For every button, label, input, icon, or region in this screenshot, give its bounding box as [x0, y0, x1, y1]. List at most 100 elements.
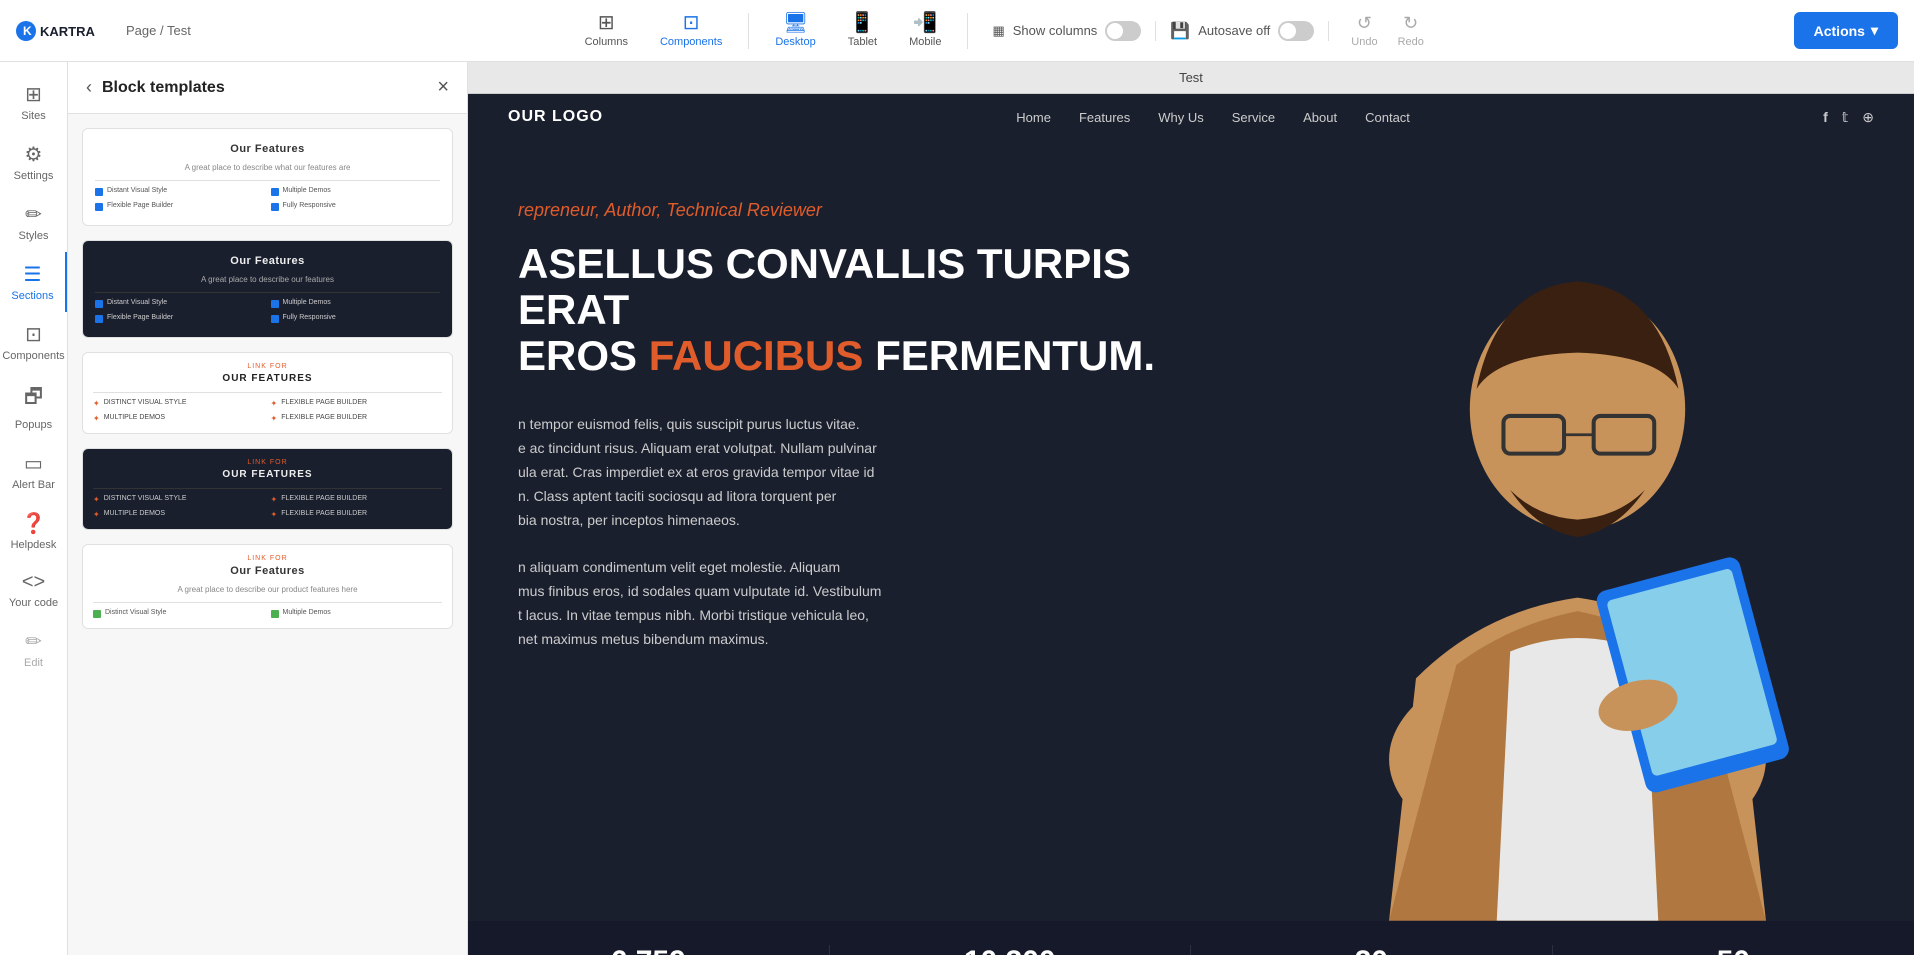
tc-subtitle-dark: A great place to describe our features: [95, 275, 440, 284]
mobile-tool[interactable]: 📲 Mobile: [893, 7, 957, 54]
sidebar-item-sites[interactable]: ⊞ Sites: [0, 72, 67, 132]
check-icon: [271, 188, 279, 196]
show-columns-label: Show columns: [1013, 23, 1098, 38]
actions-chevron-icon: ▾: [1871, 22, 1878, 39]
tc-grid-dark: Distant Visual Style Multiple Demos Flex…: [95, 299, 440, 323]
undo-button[interactable]: ↺ Undo: [1343, 9, 1385, 52]
toolbar-divider-2: [967, 13, 968, 49]
feature-label: Flexible Page Builder: [107, 202, 173, 209]
list-item: ✦ MULTIPLE DEMOS: [93, 414, 265, 423]
list-item: Flexible Page Builder: [95, 202, 265, 211]
tc-divider-light2: [93, 602, 442, 603]
tc-grid-orange: ✦ DISTINCT VISUAL STYLE ✦ FLEXIBLE PAGE …: [93, 399, 442, 423]
nav-link-contact[interactable]: Contact: [1365, 110, 1410, 125]
tablet-tool[interactable]: 📱 Tablet: [832, 7, 893, 54]
nav-link-whyus[interactable]: Why Us: [1158, 110, 1204, 125]
stats-bar: 6,759 HAPPY CLIENTS 10,300 PROJECTS DELI…: [468, 921, 1914, 955]
tc-title-dark: Our Features: [95, 255, 440, 267]
logo[interactable]: K KARTRA: [16, 17, 106, 45]
svg-text:K: K: [23, 24, 32, 38]
list-item: Fully Responsive: [271, 314, 441, 323]
redo-icon: ↻: [1403, 13, 1418, 34]
tablet-icon: 📱: [850, 13, 875, 33]
block-panel: ‹ Block templates × Our Features A great…: [68, 62, 468, 955]
block-panel-content: Our Features A great place to describe w…: [68, 114, 467, 955]
tc-grid: Distant Visual Style Multiple Demos Flex…: [95, 187, 440, 211]
autosave-toggle[interactable]: [1278, 21, 1314, 41]
tc-divider-dark2: [93, 488, 442, 489]
check-icon: ✦: [93, 399, 100, 408]
list-item: Distant Visual Style: [95, 187, 265, 196]
sidebar-item-alertbar[interactable]: ▭ Alert Bar: [0, 441, 67, 501]
list-item: ✦ DISTINCT VISUAL STYLE: [93, 495, 265, 504]
show-columns-icon: ▦: [992, 23, 1004, 39]
template-card-features-orange[interactable]: LINK FOR OUR FEATURES ✦ DISTINCT VISUAL …: [82, 352, 453, 434]
facebook-icon[interactable]: f: [1823, 109, 1828, 126]
sidebar-item-helpdesk[interactable]: ❓ Helpdesk: [0, 501, 67, 561]
sidebar-item-yourcode[interactable]: <> Your code: [0, 561, 67, 619]
nav-link-service[interactable]: Service: [1232, 110, 1275, 125]
list-item: ✦ MULTIPLE DEMOS: [93, 510, 265, 519]
feature-label: Flexible Page Builder: [107, 314, 173, 321]
desktop-tool[interactable]: 🖥 Desktop: [759, 7, 831, 54]
stat-item-clients: 6,759 HAPPY CLIENTS: [468, 945, 830, 955]
tc-subtitle: A great place to describe what our featu…: [95, 163, 440, 172]
stat-number: 50: [1717, 945, 1750, 955]
stat-number: 20: [1355, 945, 1388, 955]
block-panel-close-button[interactable]: ×: [437, 76, 449, 99]
sidebar-item-settings[interactable]: ⚙ Settings: [0, 132, 67, 192]
tc-grid-light2: Distinct Visual Style Multiple Demos: [93, 609, 442, 618]
show-columns-toggle[interactable]: [1105, 21, 1141, 41]
sidebar-item-edit: ✏ Edit: [0, 619, 67, 679]
twitter-icon[interactable]: 𝕥: [1842, 109, 1849, 126]
check-icon: ✦: [93, 495, 100, 504]
page-label: Test: [468, 62, 1914, 94]
check-icon: ✦: [93, 510, 100, 519]
redo-button[interactable]: ↻ Redo: [1390, 9, 1432, 52]
tc-title-dark2: OUR FEATURES: [93, 469, 442, 480]
hero-tagline: repreneur, Author, Technical Reviewer: [518, 200, 1191, 221]
feature-label: MULTIPLE DEMOS: [104, 414, 165, 421]
sites-icon: ⊞: [25, 82, 42, 107]
hero-heading: ASELLUS CONVALLIS TURPIS ERAT EROS FAUCI…: [518, 241, 1191, 380]
columns-tool[interactable]: ⊞ Columns: [569, 7, 644, 54]
sidebar-item-popups[interactable]: 🗗 Popups: [0, 372, 67, 441]
breadcrumb: Page / Test: [126, 23, 191, 38]
svg-text:KARTRA: KARTRA: [40, 24, 95, 39]
hero-image: [1241, 140, 1914, 921]
check-icon: [95, 315, 103, 323]
tc-title: Our Features: [95, 143, 440, 155]
sections-icon: ☰: [24, 262, 42, 287]
feature-label: Fully Responsive: [283, 314, 336, 321]
actions-button[interactable]: Actions ▾: [1794, 12, 1898, 49]
tc-subtitle-light2: A great place to describe our product fe…: [93, 585, 442, 594]
block-panel-back-button[interactable]: ‹: [86, 77, 92, 98]
sidebar-item-styles[interactable]: ✏ Styles: [0, 192, 67, 252]
nav-link-home[interactable]: Home: [1016, 110, 1051, 125]
tc-section-label: LINK FOR: [93, 363, 442, 370]
template-card-features-dark[interactable]: Our Features A great place to describe o…: [82, 240, 453, 338]
template-card-features-dark2[interactable]: LINK FOR OUR FEATURES ✦ DISTINCT VISUAL …: [82, 448, 453, 530]
helpdesk-icon: ❓: [21, 511, 46, 536]
nav-link-features[interactable]: Features: [1079, 110, 1130, 125]
tc-divider: [93, 392, 442, 393]
template-card-features-light2[interactable]: LINK FOR Our Features A great place to d…: [82, 544, 453, 629]
feature-label: FLEXIBLE PAGE BUILDER: [281, 495, 367, 502]
desktop-icon: 🖥: [783, 13, 808, 33]
feature-label: Multiple Demos: [283, 299, 331, 306]
mobile-icon: 📲: [913, 13, 938, 33]
hero-body: n tempor euismod felis, quis suscipit pu…: [518, 390, 1191, 652]
sidebar-item-sections[interactable]: ☰ Sections: [0, 252, 67, 312]
components-tool[interactable]: ⊡ Components: [644, 7, 738, 54]
nav-link-about[interactable]: About: [1303, 110, 1337, 125]
template-card-features-light[interactable]: Our Features A great place to describe w…: [82, 128, 453, 226]
settings-icon: ⚙: [25, 142, 43, 167]
feature-label: MULTIPLE DEMOS: [104, 510, 165, 517]
sidebar-item-components[interactable]: ⊡ Components: [0, 312, 67, 372]
autosave-label: Autosave off: [1198, 23, 1270, 38]
feature-label: DISTINCT VISUAL STYLE: [104, 495, 187, 502]
popups-icon: 🗗: [24, 382, 43, 416]
check-icon: ✦: [271, 414, 278, 423]
dribbble-icon[interactable]: ⊕: [1862, 109, 1874, 126]
styles-icon: ✏: [25, 202, 42, 227]
